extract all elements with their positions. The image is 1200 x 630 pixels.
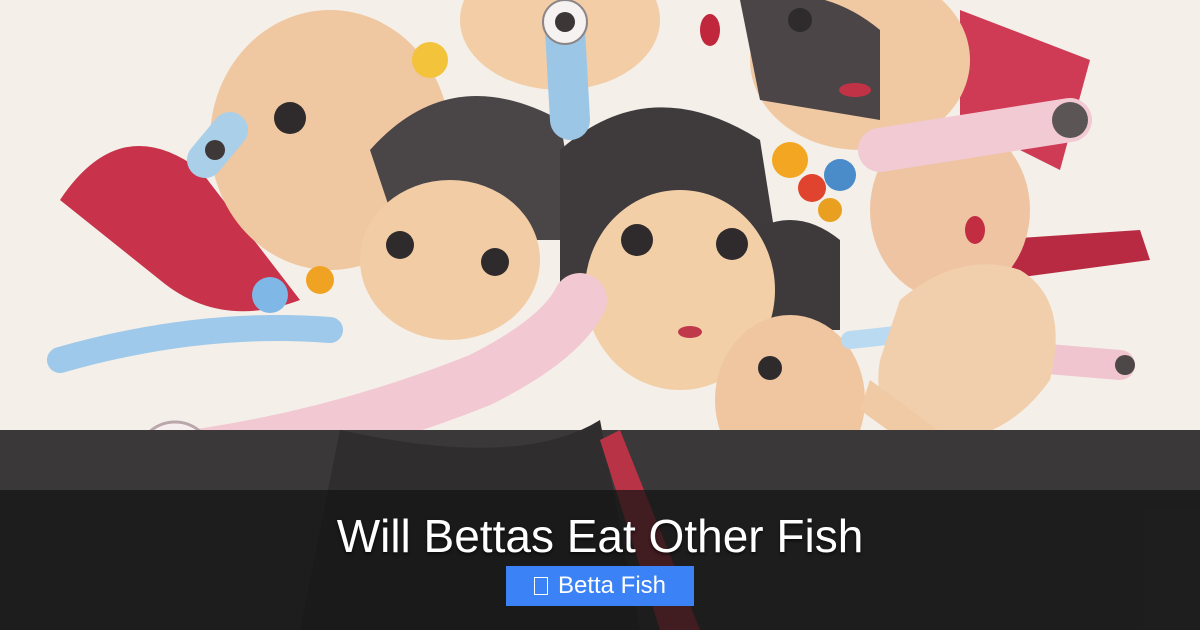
post-title[interactable]: Will Bettas Eat Other Fish [0,508,1200,564]
category-badge[interactable]: Betta Fish [506,566,694,606]
missing-glyph-icon [533,577,548,595]
featured-image-card: Will Bettas Eat Other Fish Betta Fish [0,0,1200,630]
category-label: Betta Fish [557,572,667,599]
